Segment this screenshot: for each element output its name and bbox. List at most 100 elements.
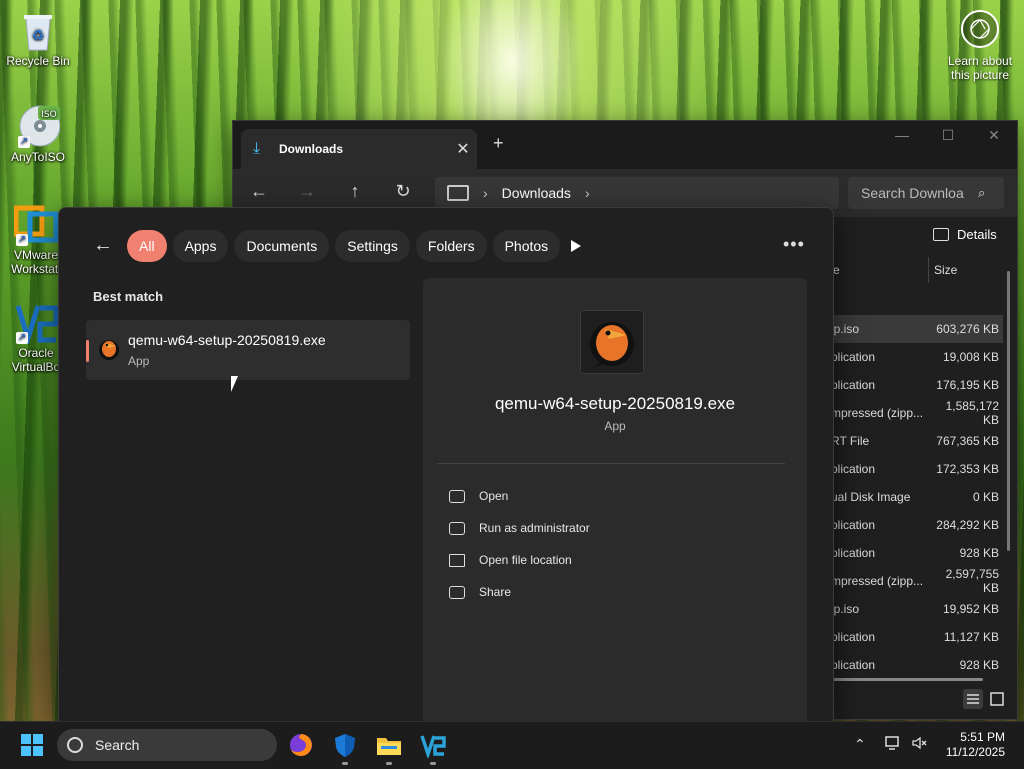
vmware-icon: ↗ <box>13 202 59 246</box>
taskbar-search-box[interactable]: Search <box>57 729 277 761</box>
table-row[interactable]: plication 172,353 KB <box>831 455 1003 483</box>
table-row[interactable]: ual Disk Image 0 KB <box>831 483 1003 511</box>
best-match-result[interactable]: qemu-w64-setup-20250819.exe App <box>86 320 410 380</box>
filter-folders[interactable]: Folders <box>415 230 487 262</box>
minimize-button[interactable]: — <box>879 127 925 143</box>
breadcrumb-downloads[interactable]: Downloads <box>502 185 571 201</box>
filter-documents[interactable]: Documents <box>234 230 330 262</box>
disc-icon: ISO ↗ <box>16 104 61 148</box>
table-row[interactable]: plication 928 KB <box>831 539 1003 567</box>
explorer-titlebar: ⤓ Downloads ✕ + — ☐ ✕ <box>233 121 1017 169</box>
more-filters-play-icon[interactable] <box>571 240 581 252</box>
learn-about-picture[interactable]: Learn about this picture <box>942 10 1018 82</box>
action-label: Share <box>479 585 512 599</box>
tab-label: Downloads <box>279 142 344 156</box>
more-options-icon[interactable]: ••• <box>783 234 805 255</box>
action-label: Open <box>479 489 509 503</box>
action-run-as-administrator[interactable]: Run as administrator <box>449 512 590 544</box>
defender-shield-icon[interactable] <box>332 732 358 758</box>
shield-admin-icon <box>449 521 465 535</box>
running-indicator <box>342 762 348 765</box>
vmware-icon[interactable] <box>420 732 446 760</box>
running-indicator <box>430 762 436 765</box>
column-divider[interactable] <box>928 257 929 283</box>
file-explorer-icon[interactable] <box>376 732 402 758</box>
file-list: ip.iso 603,276 KB plication 19,008 KB plic… <box>831 315 1003 679</box>
vertical-scrollbar[interactable] <box>1007 271 1010 551</box>
network-icon[interactable] <box>885 736 901 753</box>
this-pc-icon <box>447 185 469 201</box>
details-label: Details <box>957 227 997 242</box>
svg-text:♻: ♻ <box>32 28 45 44</box>
details-view-icon[interactable] <box>963 689 983 709</box>
filter-apps[interactable]: Apps <box>172 230 229 262</box>
open-external-icon <box>449 489 465 503</box>
clock-date: 11/12/2025 <box>945 745 1005 759</box>
shortcut-arrow-icon: ↗ <box>16 234 28 246</box>
filter-all[interactable]: All <box>127 230 167 262</box>
forward-button[interactable]: → <box>293 181 321 202</box>
search-filters: All Apps Documents Settings Folders Phot… <box>127 230 561 262</box>
tab-downloads[interactable]: ⤓ Downloads ✕ <box>241 129 477 169</box>
table-row[interactable]: plication 11,127 KB <box>831 623 1003 651</box>
table-row[interactable]: ip.iso 19,952 KB <box>831 595 1003 623</box>
desktop-icon-anytoiso[interactable]: ISO ↗ AnyToISO <box>2 104 74 164</box>
table-row[interactable]: plication 176,195 KB <box>831 371 1003 399</box>
details-pane-button[interactable]: Details <box>933 227 997 242</box>
mouse-pointer <box>231 376 238 392</box>
close-window-button[interactable]: ✕ <box>971 127 1017 144</box>
shortcut-arrow-icon: ↗ <box>16 332 28 344</box>
filter-photos[interactable]: Photos <box>492 230 561 262</box>
address-bar[interactable]: › Downloads › <box>435 177 839 209</box>
filter-settings[interactable]: Settings <box>335 230 410 262</box>
large-icons-view-icon[interactable] <box>987 689 1007 709</box>
search-placeholder: Search Downloa <box>861 185 964 201</box>
refresh-button[interactable]: ↻ <box>389 181 417 202</box>
table-row[interactable]: ip.iso 603,276 KB <box>831 315 1003 343</box>
action-label: Open file location <box>479 553 572 567</box>
details-pane-icon <box>933 228 949 241</box>
action-open[interactable]: Open <box>449 480 590 512</box>
best-match-heading: Best match <box>93 289 164 304</box>
table-row[interactable]: mpressed (zipp... 1,585,172 KB <box>831 399 1003 427</box>
table-row[interactable]: plication 19,008 KB <box>831 343 1003 371</box>
action-label: Run as administrator <box>479 521 590 535</box>
search-icon <box>67 737 83 753</box>
chevron-right-icon[interactable]: › <box>585 185 590 201</box>
view-toggle <box>963 689 1007 709</box>
qemu-app-icon <box>580 310 644 374</box>
desktop-icon-label: Recycle Bin <box>6 54 70 68</box>
action-open-file-location[interactable]: Open file location <box>449 544 590 576</box>
table-row[interactable]: RT File 767,365 KB <box>831 427 1003 455</box>
up-button[interactable]: ↑ <box>341 181 369 202</box>
result-name: qemu-w64-setup-20250819.exe <box>128 332 326 348</box>
folder-icon <box>449 553 465 567</box>
volume-muted-icon[interactable] <box>911 736 927 753</box>
camera-lens-icon <box>961 10 999 48</box>
table-row[interactable]: plication 928 KB <box>831 651 1003 679</box>
back-button[interactable]: ← <box>245 181 273 202</box>
taskbar-search-label: Search <box>95 737 140 753</box>
column-header-type[interactable]: e <box>833 263 840 277</box>
back-arrow-icon[interactable]: ← <box>93 234 113 257</box>
new-tab-button[interactable]: + <box>493 133 504 154</box>
shortcut-arrow-icon: ↗ <box>18 136 30 148</box>
explorer-search-input[interactable]: Search Downloa ⌕ <box>848 177 1004 209</box>
firefox-icon[interactable] <box>288 732 314 758</box>
preview-name: qemu-w64-setup-20250819.exe <box>494 394 736 413</box>
table-row[interactable]: mpressed (zipp... 2,597,755 KB <box>831 567 1003 595</box>
recycle-bin-icon: ♻ <box>16 8 60 52</box>
table-row[interactable]: plication 284,292 KB <box>831 511 1003 539</box>
desktop-icon-recycle-bin[interactable]: ♻ Recycle Bin <box>2 8 74 68</box>
search-flyout: ← All Apps Documents Settings Folders Ph… <box>58 207 834 723</box>
horizontal-scrollbar[interactable] <box>833 678 983 681</box>
start-button[interactable] <box>21 734 43 756</box>
learn-label: Learn about this picture <box>947 54 1013 82</box>
action-share[interactable]: Share <box>449 576 590 608</box>
column-header-size[interactable]: Size <box>934 263 957 277</box>
preview-kind: App <box>604 419 626 433</box>
maximize-button[interactable]: ☐ <box>925 127 971 144</box>
show-hidden-icons-chevron[interactable]: ⌃ <box>854 736 866 753</box>
system-clock[interactable]: 5:51 PM 11/12/2025 <box>946 730 1005 760</box>
close-tab-icon[interactable]: ✕ <box>449 139 477 159</box>
